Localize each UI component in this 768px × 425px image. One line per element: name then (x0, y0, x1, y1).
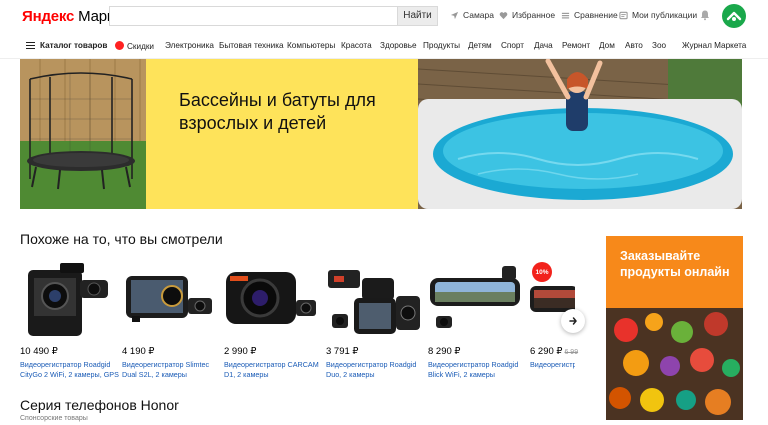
catalog-button[interactable]: Каталог товаров (26, 41, 107, 50)
product-name-link[interactable]: Видеорегистратор Roadgid Blick WiFi, 2 к… (428, 360, 528, 380)
catalog-label: Каталог товаров (40, 41, 108, 50)
product-card[interactable] (20, 258, 116, 347)
location-arrow-icon (450, 11, 459, 19)
nav-item-auto[interactable]: Авто (625, 41, 643, 50)
trampoline-illustration (20, 59, 146, 209)
honor-section-title: Серия телефонов Honor (20, 397, 179, 413)
product-price: 6 290 ₽6 99 (530, 346, 578, 357)
category-nav: Каталог товаров Скидки Электроника Бытов… (0, 33, 768, 59)
publications-label: Мои публикации (632, 10, 698, 20)
product-name-link[interactable]: Видеорегистратор Slimtec Dual S2L, 2 кам… (122, 360, 222, 380)
product-name-link[interactable]: Видеорегистратор Roadgid Duo, 2 камеры (326, 360, 426, 380)
product-price: 10 490 ₽ (20, 346, 58, 357)
product-name-link[interactable]: Видеорегистратор CARCAM D1, 2 камеры (224, 360, 324, 380)
nav-item-kids[interactable]: Детям (468, 41, 492, 50)
nav-item-groceries[interactable]: Продукты (423, 41, 460, 50)
current-price: 6 290 ₽ (530, 346, 563, 357)
nav-item-health[interactable]: Здоровье (380, 41, 417, 50)
discount-icon (115, 41, 124, 50)
product-price: 2 990 ₽ (224, 346, 257, 357)
menu-icon (26, 42, 35, 49)
groceries-image (606, 308, 743, 420)
dashcam-image (226, 272, 316, 324)
grocery-promo-card[interactable]: Заказывайте продукты онлайн (606, 236, 743, 420)
product-price: 4 190 ₽ (122, 346, 155, 357)
logo-brand: Яндекс (22, 8, 75, 25)
dashcam-image (430, 266, 520, 328)
product-name-link[interactable]: Видеорегистратор Roadgid CityGo 2 WiFi, … (20, 360, 120, 380)
dashcam-image (28, 263, 108, 336)
product-card[interactable] (326, 258, 422, 347)
nav-item-electronics[interactable]: Электроника (165, 41, 214, 50)
compare-icon (561, 12, 570, 18)
nav-item-computers[interactable]: Компьютеры (287, 41, 335, 50)
publications-icon (619, 11, 628, 19)
publications-link[interactable]: Мои публикации (619, 10, 697, 20)
header: Яндекс Маркет Найти Самара Избранное Сра… (0, 0, 768, 33)
nav-item-home[interactable]: Дом (599, 41, 615, 50)
compare-label: Сравнение (574, 10, 618, 20)
product-price: 8 290 ₽ (428, 346, 461, 357)
nav-item-journal[interactable]: Журнал Маркета (682, 41, 746, 50)
bell-icon[interactable] (699, 9, 711, 21)
favorites-link[interactable]: Избранное (499, 10, 555, 20)
discount-badge: 10% (532, 262, 552, 282)
product-card[interactable] (122, 258, 218, 347)
region-label: Самара (463, 10, 494, 20)
pool-illustration (418, 59, 742, 209)
old-price: 6 99 (564, 349, 579, 356)
nav-item-discounts[interactable]: Скидки (115, 41, 154, 51)
product-card[interactable] (224, 258, 320, 347)
heart-icon (499, 11, 508, 19)
banner-title: Бассейны и батуты для взрослых и детей (179, 90, 376, 133)
search-button[interactable]: Найти (397, 6, 438, 26)
chevron-right-icon (569, 317, 577, 325)
region-link[interactable]: Самара (450, 10, 494, 20)
nav-item-sport[interactable]: Спорт (501, 41, 524, 50)
nav-item-pets[interactable]: Зоо (652, 41, 666, 50)
viewed-section-title: Похоже на то, что вы смотрели (20, 231, 223, 247)
dashcam-image (328, 270, 420, 334)
compare-link[interactable]: Сравнение (561, 10, 618, 20)
carousel-next-button[interactable] (561, 309, 585, 333)
trampoline-image (20, 59, 146, 209)
product-name-text: Видеорегистратор Dual M9, 2 камеры (530, 360, 575, 369)
nav-item-garden[interactable]: Дача (534, 41, 553, 50)
user-avatar[interactable] (722, 4, 746, 28)
promo-text: Заказывайте продукты онлайн (620, 249, 730, 279)
nav-item-repair[interactable]: Ремонт (562, 41, 590, 50)
sponsored-label: Спонсорские товары (20, 415, 88, 422)
nav-item-beauty[interactable]: Красота (341, 41, 372, 50)
nav-item-appliances[interactable]: Бытовая техника (219, 41, 284, 50)
search-input[interactable] (109, 6, 437, 26)
user-avatar-icon (726, 11, 742, 21)
promo-banner[interactable]: Бассейны и батуты для взрослых и детей (20, 59, 742, 209)
dashcam-image (126, 276, 212, 322)
favorites-label: Избранное (512, 10, 556, 20)
product-price: 3 791 ₽ (326, 346, 359, 357)
product-card[interactable] (428, 258, 524, 347)
product-name-link[interactable]: Видеорегистратор Dual M9, 2 камеры (530, 360, 575, 370)
nav-label: Скидки (127, 42, 155, 51)
banner-text-panel: Бассейны и батуты для взрослых и детей (146, 59, 418, 209)
pool-image (418, 59, 742, 209)
